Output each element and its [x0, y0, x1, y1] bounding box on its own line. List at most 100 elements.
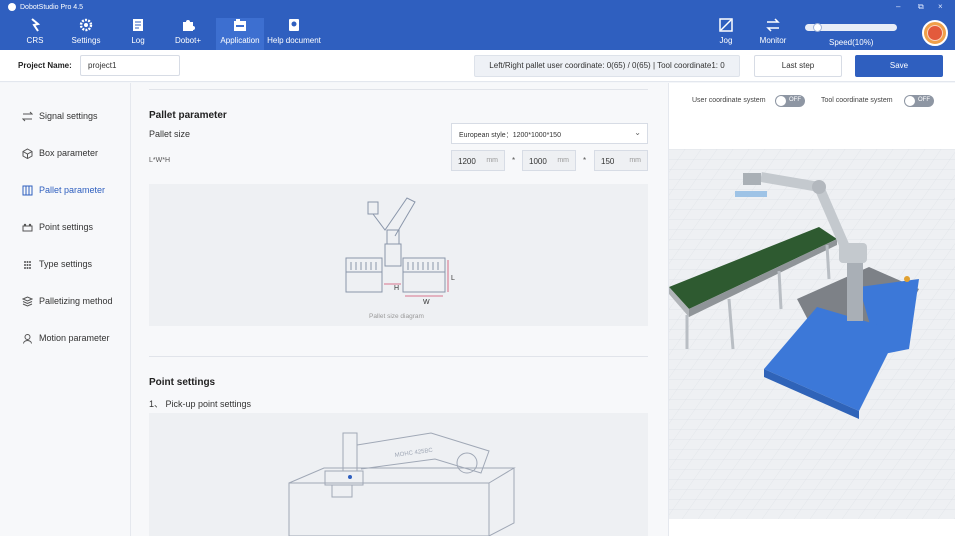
main-panel: Pallet parameter Pallet size European st…	[131, 83, 668, 536]
top-divider	[149, 89, 648, 90]
sidebar-item-label: Signal settings	[39, 111, 98, 121]
pallet-size-value: European style：1200*1000*150	[459, 132, 561, 139]
user-coordinate-label: User coordinate system	[692, 97, 766, 104]
pallet-size-diagram: H W L Pallet size diagram	[149, 184, 648, 326]
nav-log-label: Log	[131, 36, 145, 45]
point-settings-title: Point settings	[149, 377, 216, 388]
length-input[interactable]: 1200 mm	[451, 150, 505, 171]
nav-dobot-plus[interactable]: Dobot+	[172, 18, 204, 50]
pallet-size-label: Pallet size	[149, 129, 191, 139]
speed-label: Speed(10%)	[829, 38, 874, 47]
nav-help-document[interactable]: Help document	[266, 18, 322, 50]
application-icon	[234, 19, 246, 31]
tool-coordinate-label: Tool coordinate system	[821, 97, 893, 104]
project-name-label: Project Name:	[18, 61, 72, 70]
sidebar: Signal settings Box parameter Pallet par…	[0, 83, 131, 536]
emergency-stop-button[interactable]	[922, 20, 948, 46]
nav-settings[interactable]: Settings	[68, 18, 104, 50]
nav-log[interactable]: Log	[127, 18, 149, 50]
speed-slider[interactable]	[805, 23, 897, 32]
diagram-l-label: L	[451, 275, 455, 282]
monitor-icon	[766, 18, 780, 32]
tool-coordinate-toggle[interactable]: OFF	[904, 95, 934, 107]
3d-view-panel: User coordinate system OFF Tool coordina…	[668, 83, 955, 536]
nav-jog[interactable]: Jog	[716, 18, 736, 50]
section-divider	[149, 356, 648, 357]
nav-crs-label: CRS	[26, 36, 44, 45]
close-button[interactable]: ×	[938, 2, 943, 11]
sidebar-item-point-settings[interactable]: Point settings	[22, 220, 93, 234]
3d-scene[interactable]	[669, 149, 955, 519]
signal-icon	[22, 111, 33, 121]
nav-application-label: Application	[220, 36, 260, 45]
gear-icon	[79, 18, 93, 32]
sidebar-item-motion-parameter[interactable]: Motion parameter	[22, 331, 110, 345]
times-sign: *	[512, 156, 516, 165]
point-icon	[22, 223, 33, 231]
height-value: 150	[601, 157, 615, 166]
sidebar-item-palletizing-method[interactable]: Palletizing method	[22, 294, 113, 308]
sidebar-item-label: Point settings	[39, 222, 94, 232]
app-title-text: DobotStudio Pro 4.5	[20, 3, 84, 11]
sidebar-item-pallet-parameter[interactable]: Pallet parameter	[22, 183, 105, 197]
restore-button[interactable]: ⧉	[918, 2, 924, 12]
puzzle-icon	[183, 20, 195, 31]
diagram-w-label: W	[423, 299, 430, 306]
crs-icon	[31, 18, 41, 32]
log-icon	[133, 19, 143, 31]
sidebar-item-label: Box parameter	[39, 148, 99, 158]
sidebar-item-label: Type settings	[39, 259, 93, 269]
pallet-size-select[interactable]: European style：1200*1000*150 ⌄	[451, 123, 648, 144]
sidebar-item-type-settings[interactable]: Type settings	[22, 257, 92, 271]
pick-up-robot-illustration: MOHC 425BC	[288, 432, 516, 536]
pallet-parameter-title: Pallet parameter	[149, 110, 227, 121]
sidebar-item-label: Pallet parameter	[39, 185, 106, 195]
stack-icon	[22, 295, 33, 307]
speed-slider-handle[interactable]	[813, 23, 823, 32]
pallet-icon	[22, 185, 33, 195]
sidebar-item-signal-settings[interactable]: Signal settings	[22, 109, 98, 123]
diagram-caption: Pallet size diagram	[369, 313, 424, 320]
diagram-h-label: H	[394, 285, 399, 292]
user-coordinate-toggle[interactable]: OFF	[775, 95, 805, 107]
app-title: DobotStudio Pro 4.5	[8, 3, 83, 11]
sidebar-item-label: Motion parameter	[39, 333, 110, 343]
type-icon	[24, 260, 31, 269]
coordinate-info: Left/Right pallet user coordinate: 0(65)…	[474, 55, 740, 77]
nav-help-document-label: Help document	[267, 36, 321, 45]
nav-settings-label: Settings	[71, 36, 101, 45]
chevron-down-icon: ⌄	[634, 128, 641, 137]
project-bar: Project Name: project1 Left/Right pallet…	[0, 50, 955, 82]
nav-jog-label: Jog	[719, 36, 733, 45]
pick-up-point-diagram: MOHC 425BC	[149, 413, 648, 536]
length-unit: mm	[486, 157, 498, 164]
height-unit: mm	[629, 157, 641, 164]
help-document-icon	[289, 19, 299, 31]
sidebar-item-box-parameter[interactable]: Box parameter	[22, 146, 98, 160]
pallet-robot-illustration: H W L Pallet size diagram	[345, 197, 455, 320]
minimize-button[interactable]: –	[896, 2, 900, 11]
robot-model-text: MOHC 425BC	[394, 448, 433, 459]
save-button[interactable]: Save	[855, 55, 943, 77]
app-logo-icon	[8, 3, 16, 11]
power-icon	[927, 25, 943, 41]
length-value: 1200	[458, 157, 476, 166]
jog-icon	[719, 18, 733, 32]
width-unit: mm	[557, 157, 569, 164]
times-sign: *	[583, 156, 587, 165]
toggle-knob	[905, 96, 915, 106]
title-bar: DobotStudio Pro 4.5 – ⧉ × CRS Settings L…	[0, 0, 955, 50]
width-value: 1000	[529, 157, 547, 166]
nav-crs[interactable]: CRS	[22, 18, 48, 50]
height-input[interactable]: 150 mm	[594, 150, 648, 171]
box-icon	[22, 147, 33, 159]
nav-application[interactable]: Application	[216, 18, 264, 50]
pick-up-point-settings-label: 1、 Pick-up point settings	[149, 399, 252, 409]
nav-monitor-label: Monitor	[759, 36, 787, 45]
nav-monitor[interactable]: Monitor	[756, 18, 790, 50]
sidebar-item-label: Palletizing method	[39, 296, 113, 306]
width-input[interactable]: 1000 mm	[522, 150, 576, 171]
project-name-input[interactable]: project1	[80, 55, 180, 76]
last-step-button[interactable]: Last step	[754, 55, 842, 77]
nav-dobot-plus-label: Dobot+	[174, 36, 202, 45]
